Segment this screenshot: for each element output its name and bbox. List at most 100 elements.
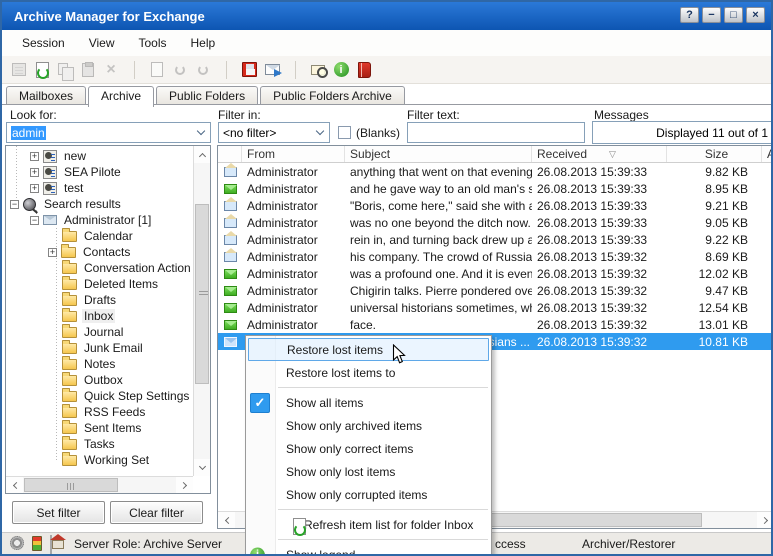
scroll-down-button[interactable] bbox=[194, 459, 211, 476]
tree-item[interactable]: new bbox=[6, 148, 193, 164]
message-row[interactable]: Administrator was a profound one. And it… bbox=[218, 265, 773, 282]
tree-item[interactable]: Junk Email bbox=[6, 340, 193, 356]
menu-view[interactable]: View bbox=[77, 32, 127, 54]
menu-item-show-legend[interactable]: Show legend bbox=[246, 543, 491, 556]
menu-tools[interactable]: Tools bbox=[127, 32, 179, 54]
refresh-icon[interactable] bbox=[33, 61, 51, 79]
tree-item[interactable]: Calendar bbox=[6, 228, 193, 244]
tree-item[interactable]: Contacts bbox=[6, 244, 193, 260]
tree-item[interactable]: Working Set bbox=[6, 452, 193, 468]
tree-item[interactable]: Sent Items bbox=[6, 420, 193, 436]
menu-item-refresh-item-list[interactable]: Refresh item list for folder Inbox bbox=[246, 513, 491, 536]
tab-public-folders[interactable]: Public Folders bbox=[156, 86, 258, 105]
menu-item-show-only-lost-items[interactable]: Show only lost items bbox=[246, 460, 491, 483]
message-row[interactable]: Administrator and he gave way to an old … bbox=[218, 180, 773, 197]
tree-item-label: Drafts bbox=[82, 293, 118, 307]
menu-item-show-only-corrupted-items[interactable]: Show only corrupted items bbox=[246, 483, 491, 506]
tab-mailboxes[interactable]: Mailboxes bbox=[6, 86, 86, 105]
tree-item[interactable]: Drafts bbox=[6, 292, 193, 308]
filter-text-input[interactable] bbox=[407, 122, 585, 143]
set-filter-button[interactable]: Set filter bbox=[12, 501, 105, 524]
message-row[interactable]: Administrator face. 26.08.2013 15:39:32 … bbox=[218, 316, 773, 333]
expander-icon[interactable] bbox=[30, 216, 39, 225]
folder-tree: new SEA Pilote test Search re bbox=[6, 146, 193, 476]
find-mail-icon[interactable] bbox=[309, 61, 327, 79]
subject-column-header[interactable]: Subject bbox=[345, 146, 532, 162]
send-mail-icon[interactable] bbox=[263, 61, 281, 79]
received-cell: 26.08.2013 15:39:32 bbox=[532, 301, 667, 315]
scroll-right-button[interactable] bbox=[176, 477, 193, 494]
icon-column-header[interactable] bbox=[218, 146, 242, 162]
message-list: Administrator anything that went on that… bbox=[218, 163, 773, 350]
tree-item[interactable]: Notes bbox=[6, 356, 193, 372]
chevron-down-icon[interactable] bbox=[312, 124, 328, 141]
message-row[interactable]: Administrator his company. The crowd of … bbox=[218, 248, 773, 265]
menu-item-show-only-archived-items[interactable]: Show only archived items bbox=[246, 414, 491, 437]
size-column-header[interactable]: Size bbox=[667, 146, 762, 162]
tree-item[interactable]: Outbox bbox=[6, 372, 193, 388]
scroll-thumb[interactable] bbox=[24, 478, 118, 492]
message-row[interactable]: Administrator "Boris, come here," said s… bbox=[218, 197, 773, 214]
from-column-header[interactable]: From bbox=[242, 146, 345, 162]
info-icon[interactable] bbox=[332, 61, 350, 79]
tree-item[interactable]: RSS Feeds bbox=[6, 404, 193, 420]
tree-vertical-scrollbar[interactable] bbox=[193, 146, 210, 476]
scroll-left-button[interactable] bbox=[218, 512, 235, 529]
messages-label: Messages bbox=[594, 108, 649, 122]
tab-archive[interactable]: Archive bbox=[88, 86, 154, 107]
expander-icon[interactable] bbox=[48, 248, 57, 257]
save-icon[interactable] bbox=[240, 61, 258, 79]
tree-item[interactable]: Search results bbox=[6, 196, 193, 212]
tree-item[interactable]: Journal bbox=[6, 324, 193, 340]
tree-item[interactable]: Tasks bbox=[6, 436, 193, 452]
menu-help[interactable]: Help bbox=[179, 32, 228, 54]
menu-item-show-only-correct-items[interactable]: Show only correct items bbox=[246, 437, 491, 460]
scroll-up-button[interactable] bbox=[194, 146, 211, 163]
help-button[interactable]: ? bbox=[680, 7, 699, 23]
attachments-column-header[interactable]: At bbox=[762, 146, 773, 162]
menu-item-show-all-items[interactable]: Show all items bbox=[246, 391, 491, 414]
menu-item-restore-lost-items[interactable]: Restore lost items bbox=[248, 338, 489, 361]
scroll-thumb[interactable] bbox=[195, 204, 209, 384]
minimize-button[interactable]: − bbox=[702, 7, 721, 23]
tree-item[interactable]: Inbox bbox=[6, 308, 193, 324]
menu-item-label: Show only lost items bbox=[286, 465, 395, 479]
window-title: Archive Manager for Exchange bbox=[2, 9, 205, 24]
expander-icon[interactable] bbox=[30, 152, 39, 161]
tree-item[interactable]: Administrator [1] bbox=[6, 212, 193, 228]
from-cell: Administrator bbox=[242, 318, 345, 332]
blanks-checkbox[interactable] bbox=[338, 126, 351, 139]
menu-session[interactable]: Session bbox=[10, 32, 77, 54]
close-button[interactable]: × bbox=[746, 7, 765, 23]
from-cell: Administrator bbox=[242, 216, 345, 230]
tree-item[interactable]: test bbox=[6, 180, 193, 196]
filter-in-combobox[interactable]: <no filter> bbox=[218, 122, 330, 143]
message-row[interactable]: Administrator Chigirin talks. Pierre pon… bbox=[218, 282, 773, 299]
sort-descending-icon: ▽ bbox=[609, 149, 616, 160]
size-cell: 12.02 KB bbox=[667, 267, 762, 281]
expander-icon[interactable] bbox=[30, 168, 39, 177]
message-row[interactable]: Administrator was no one beyond the ditc… bbox=[218, 214, 773, 231]
tab-public-folders-archive[interactable]: Public Folders Archive bbox=[260, 86, 405, 105]
tree-item-label: Quick Step Settings bbox=[82, 389, 191, 403]
menu-item-restore-lost-items-to[interactable]: Restore lost items to bbox=[246, 361, 491, 384]
expander-icon[interactable] bbox=[10, 200, 19, 209]
message-row[interactable]: Administrator anything that went on that… bbox=[218, 163, 773, 180]
received-column-header[interactable]: Received ▽ bbox=[532, 146, 667, 162]
tree-item[interactable]: Quick Step Settings bbox=[6, 388, 193, 404]
expander-icon[interactable] bbox=[30, 184, 39, 193]
scroll-right-button[interactable] bbox=[757, 512, 773, 529]
maximize-button[interactable]: □ bbox=[724, 7, 743, 23]
tree-item[interactable]: Conversation Action bbox=[6, 260, 193, 276]
chevron-down-icon[interactable] bbox=[193, 124, 209, 141]
scroll-left-button[interactable] bbox=[6, 477, 23, 494]
clear-filter-button[interactable]: Clear filter bbox=[110, 501, 203, 524]
legend-book-icon[interactable] bbox=[355, 61, 373, 79]
folder-icon bbox=[62, 375, 77, 386]
tree-horizontal-scrollbar[interactable] bbox=[6, 476, 193, 493]
tree-item[interactable]: Deleted Items bbox=[6, 276, 193, 292]
tree-item[interactable]: SEA Pilote bbox=[6, 164, 193, 180]
message-row[interactable]: Administrator rein in, and turning back … bbox=[218, 231, 773, 248]
message-row[interactable]: Administrator universal historians somet… bbox=[218, 299, 773, 316]
look-for-combobox[interactable]: admin bbox=[6, 122, 211, 143]
